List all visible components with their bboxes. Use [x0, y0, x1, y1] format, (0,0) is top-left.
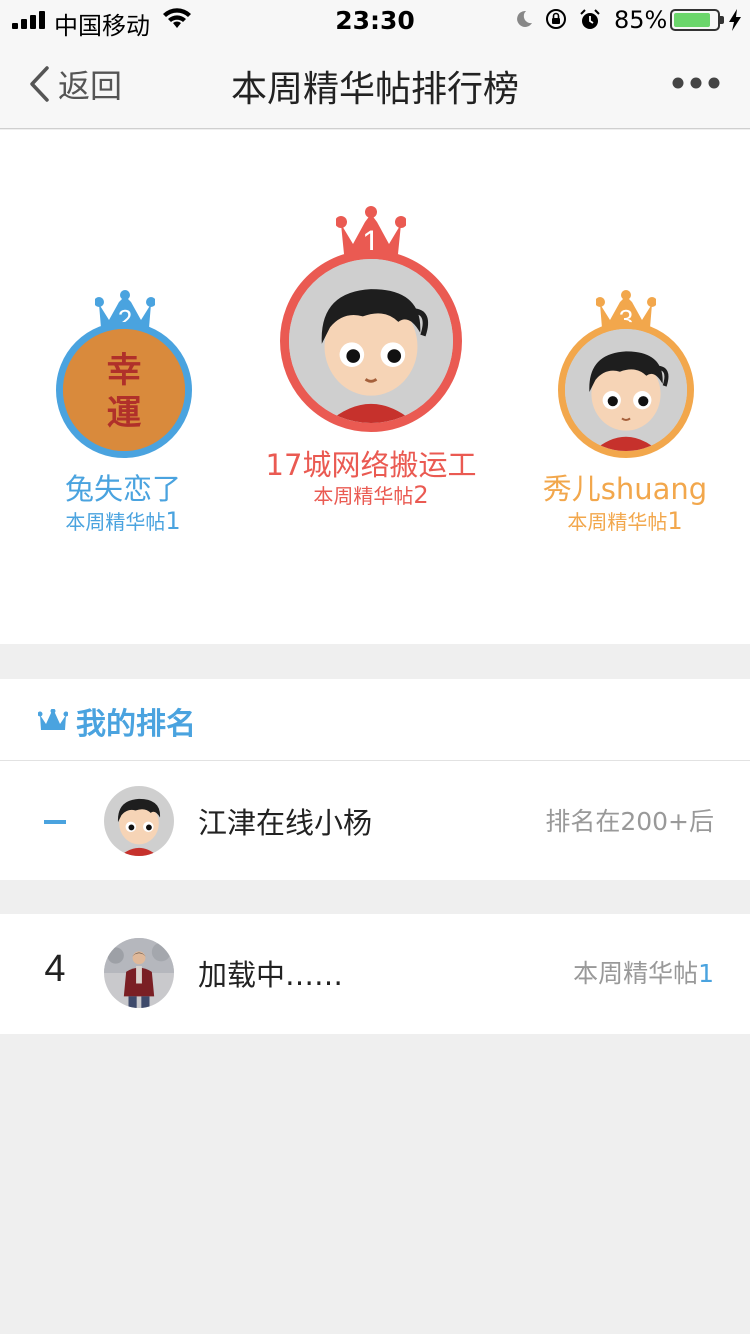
alarm-icon: [580, 9, 600, 29]
avatar: [280, 250, 462, 432]
user-name: 兔失恋了: [64, 472, 181, 506]
moon-icon: [517, 10, 532, 27]
post-count-value: 2: [413, 481, 429, 509]
user-name: 江津在线小杨: [198, 806, 373, 840]
ranking-list: 4 加载中…… 本周精华帖1: [0, 914, 750, 1034]
rank-status: 排名在200+后: [545, 807, 714, 836]
avatar: [558, 322, 694, 458]
section-title: 我的排名: [76, 707, 196, 742]
user-name: 17城网络搬运工: [265, 448, 477, 482]
post-count-value: 1: [698, 959, 714, 988]
avatar: [104, 938, 174, 1008]
post-count: 本周精华帖1: [500, 506, 750, 535]
top-three-podium: 2 幸 運 兔失恋了 本周精华帖1 1 17城网络搬运工 本周精华帖2 3 秀儿…: [0, 130, 750, 644]
my-rank-header: 我的排名: [0, 679, 750, 761]
post-count-value: 1: [165, 507, 181, 535]
rank-number: 4: [44, 948, 66, 990]
status-bar: 中国移动 23:30 85%: [0, 0, 750, 40]
rank-unranked-dash: [44, 820, 66, 824]
post-count: 本周精华帖1: [0, 506, 246, 535]
post-count-value: 1: [667, 507, 683, 535]
charging-bolt-icon: [729, 9, 741, 31]
post-count: 本周精华帖2: [250, 480, 492, 509]
user-name: 加载中……: [198, 958, 344, 992]
svg-text:幸: 幸: [107, 351, 142, 391]
avatar: [104, 786, 174, 856]
crown-icon: [38, 709, 68, 730]
rotation-lock-icon: [546, 9, 566, 29]
page-title: 本周精华帖排行榜: [230, 69, 519, 110]
post-count-label: 本周精华帖: [567, 510, 668, 534]
svg-text:運: 運: [107, 394, 142, 434]
battery-percent: 85%: [614, 6, 668, 34]
post-count-label: 本周精华帖: [313, 484, 414, 508]
post-count-label: 本周精华帖: [65, 510, 166, 534]
podium-third-place[interactable]: 3 秀儿shuang 本周精华帖1: [500, 130, 750, 550]
post-count: 本周精华帖1: [573, 954, 714, 990]
avatar: 幸 運: [56, 322, 192, 458]
battery-icon: [670, 9, 724, 31]
podium-second-place[interactable]: 2 幸 運 兔失恋了 本周精华帖1: [0, 130, 250, 550]
my-rank-section: 我的排名 江津在线小杨 排名在200+后: [0, 679, 750, 880]
user-name: 秀儿shuang: [542, 472, 708, 506]
more-options-icon[interactable]: [672, 76, 720, 90]
list-item[interactable]: 4 加载中…… 本周精华帖1: [0, 914, 750, 1032]
post-count-label: 本周精华帖: [573, 959, 699, 988]
podium-first-place[interactable]: 1 17城网络搬运工 本周精华帖2: [250, 130, 500, 550]
navigation-bar: 返回 本周精华帖排行榜: [0, 40, 750, 129]
my-rank-row[interactable]: 江津在线小杨 排名在200+后: [0, 762, 750, 880]
